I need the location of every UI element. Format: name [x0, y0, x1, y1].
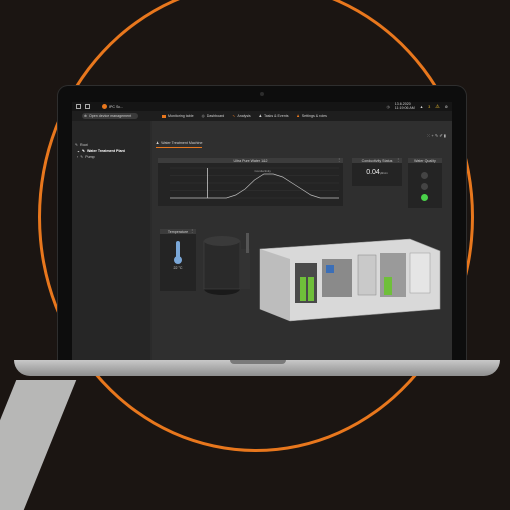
conductivity-chart: Conductivity — [170, 167, 339, 199]
quality-light-green — [421, 194, 428, 201]
active-title-underline — [156, 147, 202, 148]
sidebar: ✎ Root ⌄ ✎ Water Treatment Plant › ✎ Pum… — [72, 121, 150, 364]
add-icon: ⊕ — [84, 114, 88, 118]
conductivity-unit: µS/cm — [379, 171, 388, 175]
widget-header: Water Quality — [408, 158, 442, 163]
pen-icon[interactable]: ✐ — [439, 133, 442, 138]
quality-light-yellow — [421, 183, 428, 190]
edit-icon[interactable]: ✎ — [435, 133, 438, 138]
tasks-icon: ♟ — [258, 114, 262, 118]
temperature-widget: Temperature ⋮ 22 °C — [160, 229, 196, 291]
page-title-label: Water Treatment Machine — [161, 141, 203, 145]
tab-label: Settings & roles — [301, 114, 327, 118]
dashboard-icon: ◎ — [201, 114, 205, 118]
chart-series-line — [170, 173, 339, 199]
machine-illustration — [203, 233, 441, 322]
water-quality-widget: Water Quality — [408, 158, 442, 208]
laptop-lid: IPC Sc... ◷ 13.6.2020 11:19:06 AM ▲ 3 ⚠ … — [58, 86, 466, 370]
settings-icon[interactable]: ⚙ — [445, 105, 448, 109]
page-title: ♟ Water Treatment Machine — [156, 141, 202, 145]
tab-label: Tasks & Events — [263, 114, 289, 118]
open-device-management-button[interactable]: ⊕ Open device management — [82, 113, 138, 119]
pump-icon: ✎ — [80, 155, 84, 159]
conductivity-widget: Conductivity Status ⋮ 0.04µS/cm — [352, 158, 402, 186]
quality-title: Water Quality — [414, 158, 436, 163]
sidebar-item-pump[interactable]: › ✎ Pump — [77, 155, 95, 159]
datetime: 13.6.2020 11:19:06 AM — [394, 102, 415, 110]
dashboard-tools: ⁙ + ✎ ✐ ▮ — [427, 133, 446, 138]
warning-icon[interactable]: ⚠ — [435, 104, 439, 110]
pin-icon: ✎ — [75, 143, 79, 147]
tree-root-label: Root — [80, 143, 88, 147]
brand-name: IPC Sc... — [109, 104, 124, 109]
device-button-label: Open device management — [89, 114, 132, 118]
alert-count: 3 — [428, 104, 431, 109]
main-area: ⁙ + ✎ ✐ ▮ ♟ Water Treatment Machine Ultr… — [152, 121, 452, 364]
conductivity-number: 0.04 — [366, 169, 380, 176]
chart-annotation: Conductivity — [255, 169, 272, 173]
brand: IPC Sc... — [102, 104, 123, 109]
chart-title: Ultra Pure Water 1&2 — [233, 158, 268, 163]
thermometer-bulb-icon — [174, 256, 182, 264]
tab-dashboard[interactable]: ◎ Dashboard — [202, 114, 225, 118]
sub-bar: ⊕ Open device management Monitoring tabl… — [72, 111, 452, 121]
tree-root[interactable]: ✎ Root — [75, 143, 88, 147]
temperature-value: 22 °C — [173, 266, 183, 270]
temperature-title: Temperature — [167, 229, 189, 234]
chevron-down-icon: ⌄ — [77, 149, 81, 153]
quality-light-red — [421, 172, 428, 179]
decorative-light-beam — [0, 380, 77, 510]
top-bar: IPC Sc... ◷ 13.6.2020 11:19:06 AM ▲ 3 ⚠ … — [72, 102, 452, 111]
chevron-right-icon: › — [77, 155, 79, 159]
plant-icon: ✎ — [82, 149, 86, 153]
info-icon[interactable]: ⋮ — [337, 158, 341, 162]
laptop-notch — [230, 360, 286, 364]
brand-logo-icon — [102, 104, 107, 109]
time-text: 11:19:06 AM — [394, 105, 415, 110]
widget-header: Ultra Pure Water 1&2 ⋮ — [158, 158, 343, 163]
sidebar-item-label: Water Treatment Plant — [87, 149, 125, 153]
home-icon[interactable] — [85, 104, 90, 109]
conductivity-value: 0.04µS/cm — [352, 169, 402, 176]
widget-header: Conductivity Status ⋮ — [352, 158, 402, 163]
conductivity-title: Conductivity Status — [361, 158, 393, 163]
laptop-base — [14, 360, 500, 376]
roles-icon: ♟ — [296, 114, 300, 118]
table-icon — [162, 114, 166, 118]
tabs: Monitoring table ◎ Dashboard ∿ Analysis ♟ T… — [162, 114, 327, 118]
tab-label: Monitoring table — [168, 114, 194, 118]
tab-label: Dashboard — [206, 114, 225, 118]
tab-label: Analysis — [237, 114, 251, 118]
user-icon[interactable] — [76, 104, 81, 109]
info-icon[interactable]: ⋮ — [396, 158, 400, 162]
info-icon[interactable]: ⋮ — [190, 229, 194, 233]
tab-monitoring-table[interactable]: Monitoring table — [162, 114, 194, 118]
sidebar-item-water-treatment-plant[interactable]: ⌄ ✎ Water Treatment Plant — [77, 149, 125, 153]
app-screen: IPC Sc... ◷ 13.6.2020 11:19:06 AM ▲ 3 ⚠ … — [72, 102, 452, 364]
chart-widget: Ultra Pure Water 1&2 ⋮ Conductivity — [158, 158, 343, 206]
sidebar-item-label: Pump — [85, 155, 95, 159]
tab-settings-roles[interactable]: ♟ Settings & roles — [297, 114, 327, 118]
widget-header: Temperature ⋮ — [160, 229, 196, 234]
grid-icon[interactable]: ⁙ — [427, 133, 430, 138]
top-bar-right: ◷ 13.6.2020 11:19:06 AM ▲ 3 ⚠ ⚙ — [387, 102, 448, 111]
machine-icon: ♟ — [156, 141, 160, 145]
delete-icon[interactable]: ▮ — [444, 133, 446, 138]
tab-tasks-events[interactable]: ♟ Tasks & Events — [259, 114, 289, 118]
analysis-icon: ∿ — [232, 114, 236, 118]
tab-analysis[interactable]: ∿ Analysis — [232, 114, 250, 118]
add-icon[interactable]: + — [431, 133, 433, 138]
clock-icon: ◷ — [386, 104, 390, 109]
bell-icon[interactable]: ▲ — [420, 105, 424, 109]
camera-icon — [260, 92, 264, 96]
